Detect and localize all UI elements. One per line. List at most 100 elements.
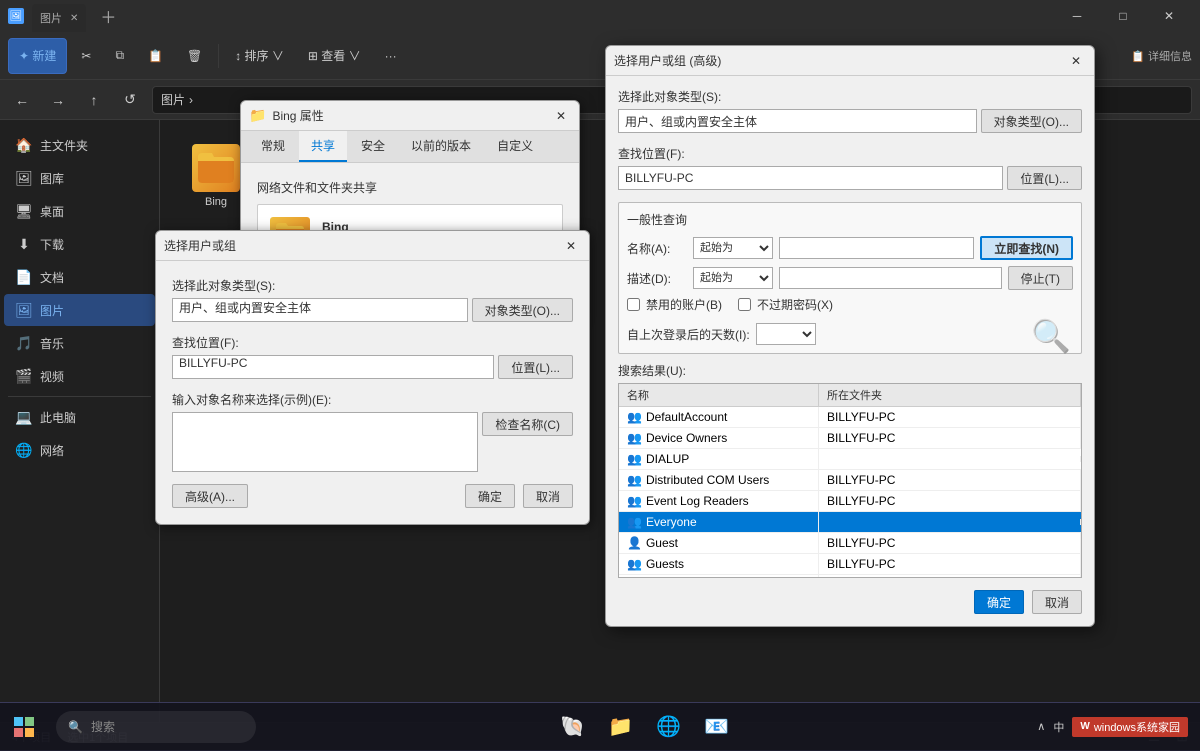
table-row[interactable]: 👥 Everyone <box>619 512 1081 533</box>
large-location-row: 查找位置(F): BILLYFU-PC 位置(L)... <box>618 145 1082 190</box>
desc-query-input[interactable] <box>779 267 1002 289</box>
taskbar-search-label: 搜索 <box>91 718 115 735</box>
user-small-dialog-close[interactable]: ✕ <box>561 236 581 256</box>
close-btn[interactable]: ✕ <box>1146 0 1192 32</box>
table-row[interactable]: 👥 Distributed COM Users BILLYFU-PC <box>619 470 1081 491</box>
sidebar-item-gallery[interactable]: 🖼 图库 <box>4 162 155 194</box>
sidebar-item-music-label: 音乐 <box>40 335 64 352</box>
large-cancel-btn[interactable]: 取消 <box>1032 590 1082 614</box>
cancel-btn-small[interactable]: 取消 <box>523 484 573 508</box>
sidebar: 🏠 主文件夹 🖼 图库 🖥 桌面 ⬇ 下载 📄 文档 🖼 图片 <box>0 120 160 722</box>
table-row[interactable]: 👥 Event Log Readers BILLYFU-PC <box>619 491 1081 512</box>
bing-dialog-close[interactable]: ✕ <box>551 106 571 126</box>
taskbar-app-3[interactable]: 🌐 <box>647 705 691 749</box>
sidebar-item-documents[interactable]: 📄 文档 <box>4 261 155 293</box>
table-row[interactable]: 👥 DefaultAccount BILLYFU-PC <box>619 407 1081 428</box>
table-row[interactable]: 👥 DIALUP <box>619 449 1081 470</box>
row-name-5: Everyone <box>646 515 697 529</box>
days-select[interactable] <box>756 323 816 345</box>
name-condition-select[interactable]: 起始为 <box>693 237 773 259</box>
name-textarea[interactable] <box>172 412 478 472</box>
tab-close-btn[interactable]: ✕ <box>70 13 78 24</box>
table-row[interactable]: 👥 Guests BILLYFU-PC <box>619 554 1081 575</box>
paste-button[interactable]: 📋 <box>138 38 173 74</box>
tab-previous[interactable]: 以前的版本 <box>399 131 483 162</box>
row-icon-6: 👤 <box>627 536 642 550</box>
name-query-input[interactable] <box>779 237 974 259</box>
large-object-type-btn[interactable]: 对象类型(O)... <box>981 109 1082 133</box>
view-button[interactable]: ⊞ 查看 ∨ <box>298 38 371 74</box>
user-large-dialog-close[interactable]: ✕ <box>1066 51 1086 71</box>
table-row[interactable]: 👥 Hyper-V Administrators BILLYFU-PC <box>619 575 1081 578</box>
maximize-btn[interactable]: □ <box>1100 0 1146 32</box>
ok-btn-small[interactable]: 确定 <box>465 484 515 508</box>
sidebar-item-computer[interactable]: 💻 此电脑 <box>4 401 155 433</box>
tab-new-btn[interactable]: ＋ <box>94 4 122 28</box>
row-folder-8: BILLYFU-PC <box>819 575 1081 578</box>
refresh-btn[interactable]: ↺ <box>116 86 144 114</box>
disabled-account-checkbox[interactable] <box>627 298 640 311</box>
computer-icon: 💻 <box>16 409 32 425</box>
check-names-btn[interactable]: 检查名称(C) <box>482 412 573 436</box>
taskbar-app-1[interactable]: 🐚 <box>551 705 595 749</box>
user-select-small-dialog: 选择用户或组 ✕ 选择此对象类型(S): 用户、组或内置安全主体 对象类型(O)… <box>155 230 590 525</box>
network-icon: 🌐 <box>16 442 32 458</box>
user-small-dialog-titlebar: 选择用户或组 ✕ <box>156 231 589 261</box>
start-button[interactable] <box>0 703 48 751</box>
up-btn[interactable]: ↑ <box>80 86 108 114</box>
no-expire-checkbox[interactable] <box>738 298 751 311</box>
cut-button[interactable]: ✂ <box>71 38 101 74</box>
sidebar-item-network[interactable]: 🌐 网络 <box>4 434 155 466</box>
stop-btn[interactable]: 停止(T) <box>1008 266 1073 290</box>
sidebar-item-music[interactable]: 🎵 音乐 <box>4 327 155 359</box>
row-icon-3: 👥 <box>627 473 642 487</box>
large-ok-btn[interactable]: 确定 <box>974 590 1024 614</box>
result-list[interactable]: 名称 所在文件夹 👥 DefaultAccount BILLYFU-PC 👥 D… <box>618 383 1082 578</box>
object-type-btn[interactable]: 对象类型(O)... <box>472 298 573 322</box>
taskbar-up-arrow[interactable]: ∧ <box>1037 720 1045 733</box>
sort-button[interactable]: ↕ 排序 ∨ <box>225 38 294 74</box>
large-location-btn[interactable]: 位置(L)... <box>1007 166 1082 190</box>
bing-dialog-icon: 📁 <box>249 107 266 124</box>
large-location-value: BILLYFU-PC <box>625 171 693 185</box>
table-row[interactable]: 👥 Device Owners BILLYFU-PC <box>619 428 1081 449</box>
tab-share[interactable]: 共享 <box>299 131 347 162</box>
tab-normal[interactable]: 常规 <box>249 131 297 162</box>
taskbar-app-4[interactable]: 📧 <box>695 705 739 749</box>
advanced-btn-small[interactable]: 高级(A)... <box>172 484 248 508</box>
row-folder-5 <box>819 519 1081 525</box>
minimize-btn[interactable]: ─ <box>1054 0 1100 32</box>
row-folder-7: BILLYFU-PC <box>819 554 1081 574</box>
sidebar-item-home[interactable]: 🏠 主文件夹 <box>4 129 155 161</box>
sidebar-item-pictures[interactable]: 🖼 图片 <box>4 294 155 326</box>
new-button[interactable]: ✦ 新建 <box>8 38 67 74</box>
forward-btn[interactable]: → <box>44 86 72 114</box>
sidebar-item-downloads[interactable]: ⬇ 下载 <box>4 228 155 260</box>
app-icon: 🖼 <box>8 8 24 24</box>
back-btn[interactable]: ← <box>8 86 36 114</box>
music-icon: 🎵 <box>16 335 32 351</box>
home-icon: 🏠 <box>16 137 32 153</box>
taskbar-app-2[interactable]: 📁 <box>599 705 643 749</box>
location-btn-small[interactable]: 位置(L)... <box>498 355 573 379</box>
delete-button[interactable]: 🗑 <box>177 38 212 74</box>
sidebar-item-videos-label: 视频 <box>40 368 64 385</box>
documents-icon: 📄 <box>16 269 32 285</box>
tab-security[interactable]: 安全 <box>349 131 397 162</box>
row-name-3: Distributed COM Users <box>646 473 769 487</box>
taskbar-search[interactable]: 🔍 搜索 <box>56 711 256 743</box>
tab-customize[interactable]: 自定义 <box>485 131 545 162</box>
no-expire-row: 不过期密码(X) <box>738 296 833 313</box>
row-name-2: DIALUP <box>646 452 689 466</box>
copy-button[interactable]: ⧉ <box>105 38 134 74</box>
desc-condition-select[interactable]: 起始为 <box>693 267 773 289</box>
large-object-type-group: 用户、组或内置安全主体 对象类型(O)... <box>618 109 1082 133</box>
bing-dialog-titlebar: 📁 Bing 属性 ✕ <box>241 101 579 131</box>
sidebar-item-pictures-label: 图片 <box>40 302 64 319</box>
more-button[interactable]: ··· <box>375 38 407 74</box>
table-row[interactable]: 👤 Guest BILLYFU-PC <box>619 533 1081 554</box>
search-now-btn[interactable]: 立即查找(N) <box>980 236 1073 260</box>
sidebar-item-videos[interactable]: 🎬 视频 <box>4 360 155 392</box>
tab-title: 图片 <box>40 10 62 26</box>
sidebar-item-desktop[interactable]: 🖥 桌面 <box>4 195 155 227</box>
